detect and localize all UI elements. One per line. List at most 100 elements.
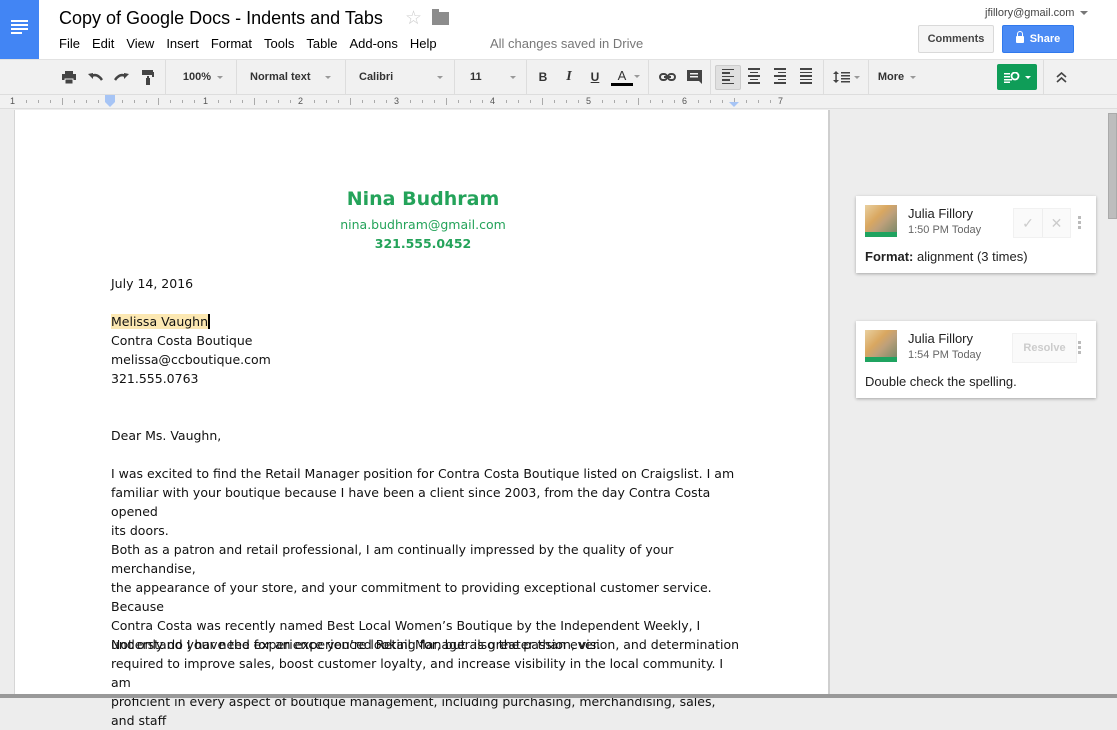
chevron-down-icon bbox=[1024, 75, 1031, 79]
text-color-button[interactable]: A bbox=[608, 60, 636, 94]
menu-insert[interactable]: Insert bbox=[160, 36, 205, 51]
text-color-caret-icon[interactable] bbox=[634, 75, 640, 78]
ruler-tick bbox=[458, 100, 459, 103]
close-icon: ✕ bbox=[1050, 214, 1063, 231]
ruler-tick bbox=[386, 100, 387, 103]
more-options-icon[interactable] bbox=[1078, 216, 1081, 231]
account-caret-icon[interactable] bbox=[1080, 11, 1088, 15]
comments-button[interactable]: Comments bbox=[918, 25, 994, 53]
docs-logo-icon[interactable] bbox=[0, 0, 39, 59]
align-justify-button[interactable] bbox=[795, 60, 817, 94]
ruler-tick bbox=[482, 100, 483, 103]
double-chevron-up-icon bbox=[1055, 71, 1067, 83]
editing-mode-button[interactable] bbox=[997, 64, 1037, 90]
ruler-tick bbox=[578, 100, 579, 103]
recipient-name-line: Melissa Vaughn bbox=[111, 312, 741, 331]
recipient-name[interactable]: Melissa Vaughn bbox=[111, 314, 209, 329]
accept-suggestion-button[interactable]: ✓ bbox=[1014, 209, 1042, 237]
ruler-tick bbox=[242, 100, 243, 103]
menu-addons[interactable]: Add-ons bbox=[343, 36, 403, 51]
chevron-down-icon bbox=[217, 75, 224, 79]
font-select[interactable]: Calibri bbox=[350, 60, 450, 94]
comment-card[interactable]: Julia Fillory 1:54 PM Today Resolve Doub… bbox=[856, 321, 1096, 398]
paragraph-style-select[interactable]: Normal text bbox=[240, 60, 340, 94]
align-center-button[interactable] bbox=[743, 60, 765, 94]
toolbar-separator bbox=[454, 60, 455, 94]
text-color-letter: A bbox=[617, 67, 627, 83]
ruler-tick bbox=[374, 100, 375, 103]
salutation: Dear Ms. Vaughn, bbox=[111, 428, 222, 443]
undo-button[interactable] bbox=[84, 60, 106, 94]
ruler[interactable]: 1 1 2 3 4 5 6 7 bbox=[0, 95, 1117, 109]
suggestion-actions: ✓ ✕ bbox=[1013, 208, 1071, 238]
collapse-menus-button[interactable] bbox=[1050, 60, 1072, 94]
align-left-button[interactable] bbox=[715, 65, 741, 90]
undo-icon bbox=[87, 72, 103, 81]
text-color-swatch bbox=[611, 82, 633, 86]
left-indent-marker[interactable] bbox=[105, 102, 115, 107]
zoom-select[interactable]: 100% bbox=[172, 60, 234, 94]
ruler-tick bbox=[758, 100, 759, 103]
menu-tools[interactable]: Tools bbox=[258, 36, 300, 51]
document-title[interactable]: Copy of Google Docs - Indents and Tabs bbox=[59, 8, 383, 29]
document-page[interactable]: Nina Budhram nina.budhram@gmail.com 321.… bbox=[14, 110, 830, 728]
ruler-tick bbox=[542, 98, 543, 105]
ruler-tick bbox=[746, 100, 747, 103]
menu-table[interactable]: Table bbox=[300, 36, 343, 51]
more-button[interactable]: More bbox=[872, 60, 922, 94]
ruler-tick bbox=[218, 100, 219, 103]
insert-link-button[interactable] bbox=[655, 60, 679, 94]
ruler-tick bbox=[602, 100, 603, 103]
menu-view[interactable]: View bbox=[120, 36, 160, 51]
folder-icon[interactable] bbox=[432, 9, 449, 25]
menu-file[interactable]: File bbox=[59, 36, 86, 51]
comment-time: 1:50 PM Today bbox=[908, 224, 982, 236]
italic-button[interactable]: I bbox=[559, 60, 579, 94]
toolbar-separator bbox=[1043, 60, 1044, 94]
bold-button[interactable]: B bbox=[533, 60, 553, 94]
ruler-tick bbox=[254, 98, 255, 105]
account-email[interactable]: jfillory@gmail.com bbox=[985, 7, 1074, 19]
align-right-button[interactable] bbox=[769, 60, 791, 94]
line-spacing-button[interactable] bbox=[828, 60, 864, 94]
suggestion-label: Format: bbox=[865, 249, 914, 264]
vertical-scrollbar[interactable] bbox=[1108, 113, 1117, 219]
ruler-tick bbox=[650, 100, 651, 103]
underline-button[interactable]: U bbox=[585, 60, 605, 94]
menu-edit[interactable]: Edit bbox=[86, 36, 120, 51]
toolbar-separator bbox=[868, 60, 869, 94]
suggestion-card[interactable]: Julia Fillory 1:50 PM Today ✓ ✕ Format: … bbox=[856, 196, 1096, 273]
ruler-tick bbox=[662, 100, 663, 103]
ruler-tick bbox=[614, 100, 615, 103]
share-label: Share bbox=[1029, 33, 1061, 45]
redo-button[interactable] bbox=[110, 60, 132, 94]
menu-format[interactable]: Format bbox=[205, 36, 258, 51]
right-indent-marker[interactable] bbox=[729, 102, 739, 107]
paint-format-button[interactable] bbox=[137, 60, 159, 94]
paragraph-line: I was excited to find the Retail Manager… bbox=[111, 466, 735, 481]
ruler-tick bbox=[362, 100, 363, 103]
share-button[interactable]: Share bbox=[1002, 25, 1074, 53]
print-button[interactable] bbox=[58, 60, 80, 94]
insert-comment-button[interactable] bbox=[683, 60, 705, 94]
menu-help[interactable]: Help bbox=[404, 36, 443, 51]
first-line-indent-marker[interactable] bbox=[105, 95, 115, 102]
star-icon[interactable]: ☆ bbox=[405, 7, 422, 30]
comment-actions: Resolve bbox=[1012, 333, 1077, 363]
paragraph-line: Not only do I have the experience you’re… bbox=[111, 637, 740, 652]
sender-name: Nina Budhram bbox=[346, 188, 500, 210]
reject-suggestion-button[interactable]: ✕ bbox=[1042, 209, 1070, 237]
ruler-tick bbox=[86, 100, 87, 103]
save-status[interactable]: All changes saved in Drive bbox=[490, 36, 643, 51]
resolve-button[interactable]: Resolve bbox=[1013, 334, 1076, 362]
ruler-tick bbox=[182, 100, 183, 103]
sender-email: nina.budhram@gmail.com bbox=[340, 217, 506, 232]
font-size-select[interactable]: 11 bbox=[460, 60, 524, 94]
ruler-tick bbox=[50, 100, 51, 103]
ruler-tick bbox=[698, 100, 699, 103]
font-value: Calibri bbox=[359, 71, 394, 83]
ruler-tick bbox=[626, 100, 627, 103]
recipient-email: melissa@ccboutique.com bbox=[111, 352, 271, 367]
more-options-icon[interactable] bbox=[1078, 341, 1081, 356]
window-bottom-edge bbox=[0, 694, 1117, 698]
